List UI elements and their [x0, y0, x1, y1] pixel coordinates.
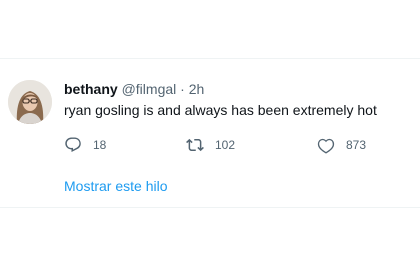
page: bethany @filmgal · 2h ryan gosling is an… — [0, 0, 420, 280]
tweet-text: ryan gosling is and always has been extr… — [64, 102, 377, 118]
like-count: 873 — [346, 138, 367, 152]
show-thread-link[interactable]: Mostrar este hilo — [64, 177, 167, 195]
reply-count: 18 — [93, 138, 107, 152]
retweet-arrows-icon — [186, 136, 204, 154]
reply-bubble-icon — [64, 136, 82, 154]
heart-outline-icon — [317, 136, 335, 154]
tweet-actions: 18 102 873 — [0, 135, 420, 155]
retweet-button[interactable]: 102 — [186, 135, 235, 155]
retweet-count: 102 — [215, 138, 236, 152]
tweet-header: bethany @filmgal · 2h — [64, 80, 204, 98]
tweet-card[interactable]: bethany @filmgal · 2h ryan gosling is an… — [0, 59, 420, 207]
header-separator: · — [180, 81, 185, 97]
avatar[interactable] — [8, 80, 52, 124]
reply-button[interactable]: 18 — [64, 135, 106, 155]
bottom-divider — [0, 207, 420, 208]
display-name[interactable]: bethany — [64, 81, 118, 97]
avatar-photo-icon — [8, 80, 52, 124]
timestamp[interactable]: 2h — [189, 81, 205, 97]
like-button[interactable]: 873 — [317, 135, 366, 155]
user-handle[interactable]: @filmgal — [122, 81, 177, 97]
